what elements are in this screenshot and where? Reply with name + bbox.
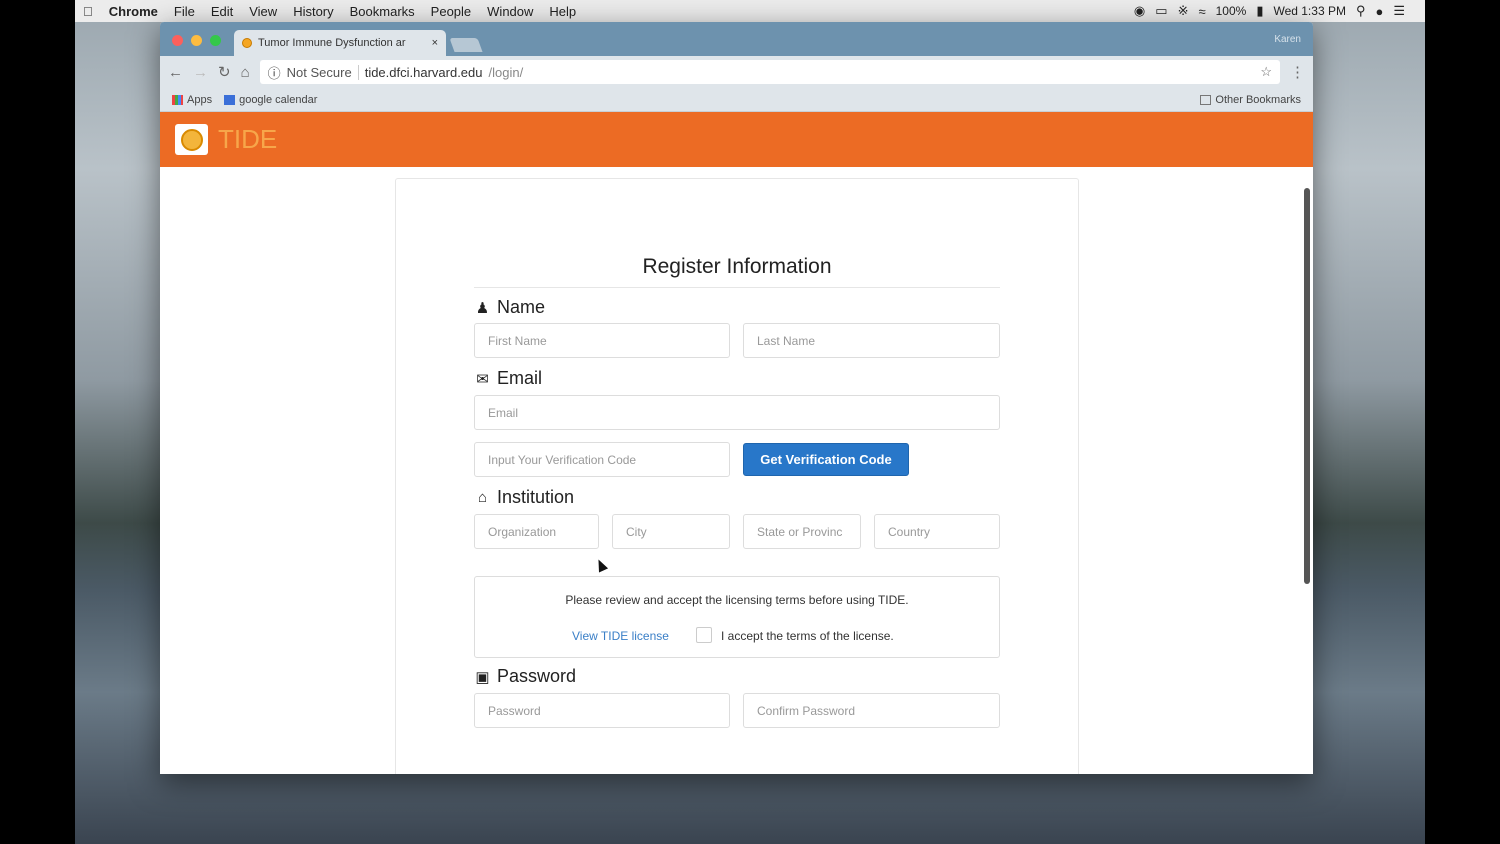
menu-history[interactable]: History	[285, 4, 341, 19]
tide-favicon-icon	[242, 38, 252, 48]
first-name-input[interactable]	[474, 323, 730, 358]
desktop:  Chrome File Edit View History Bookmark…	[75, 0, 1425, 844]
city-input[interactable]	[612, 514, 730, 549]
state-input[interactable]	[743, 514, 861, 549]
menu-view[interactable]: View	[241, 4, 285, 19]
confirm-password-input[interactable]	[743, 693, 1000, 728]
bookmark-google-calendar[interactable]: google calendar	[224, 94, 317, 106]
form-title: Register Information	[474, 255, 1000, 279]
home-icon: ⌂	[474, 489, 491, 506]
menu-bookmarks[interactable]: Bookmarks	[342, 4, 423, 19]
notification-center-icon[interactable]: ☰	[1393, 3, 1405, 19]
battery-icon: ▮	[1256, 3, 1263, 19]
reload-icon[interactable]: ↻	[218, 63, 231, 81]
other-bookmarks[interactable]: Other Bookmarks	[1200, 94, 1301, 106]
title-divider	[474, 287, 1000, 288]
calendar-icon	[224, 95, 235, 105]
folder-icon	[1200, 95, 1211, 105]
name-section-heading: ♟ Name	[474, 297, 545, 318]
page-scrollbar[interactable]	[1304, 188, 1310, 584]
site-header: TIDE	[160, 112, 1313, 167]
chrome-window: Tumor Immune Dysfunction ar × Karen ← → …	[160, 22, 1313, 774]
browser-toolbar: ← → ↻ ⌂ ⓘ Not Secure tide.dfci.harvard.e…	[160, 56, 1313, 88]
apple-icon[interactable]: 	[75, 4, 101, 19]
bookmarks-bar: Apps google calendar Other Bookmarks	[160, 88, 1313, 112]
address-bar[interactable]: ⓘ Not Secure tide.dfci.harvard.edu/login…	[260, 60, 1280, 84]
wifi-icon[interactable]: ≈	[1198, 4, 1205, 19]
record-icon[interactable]: ◉	[1134, 3, 1145, 19]
email-section-heading: ✉ Email	[474, 368, 542, 389]
info-icon[interactable]: ⓘ	[268, 63, 281, 82]
browser-tab[interactable]: Tumor Immune Dysfunction ar ×	[234, 30, 446, 56]
security-label: Not Secure	[287, 65, 359, 80]
url-path: /login/	[489, 65, 524, 80]
profile-name[interactable]: Karen	[1274, 34, 1301, 45]
bookmark-star-icon[interactable]: ☆	[1260, 64, 1272, 80]
web-page: TIDE Register Information ♟ Name ✉ Email	[160, 112, 1313, 774]
user-avatar-icon[interactable]: ●	[1375, 4, 1383, 19]
tab-strip: Tumor Immune Dysfunction ar × Karen	[160, 22, 1313, 56]
zoom-window-button[interactable]	[210, 35, 221, 46]
password-input[interactable]	[474, 693, 730, 728]
spotlight-search-icon[interactable]: ⚲	[1356, 3, 1366, 19]
accept-license-label[interactable]: I accept the terms of the license.	[721, 629, 894, 643]
menu-help[interactable]: Help	[541, 4, 584, 19]
last-name-input[interactable]	[743, 323, 1000, 358]
bluetooth-icon[interactable]: ※	[1178, 3, 1189, 19]
airplay-icon[interactable]: ▭	[1155, 3, 1167, 19]
new-tab-button[interactable]	[449, 38, 482, 52]
home-icon[interactable]: ⌂	[241, 64, 250, 81]
minimize-window-button[interactable]	[191, 35, 202, 46]
get-verification-code-button[interactable]: Get Verification Code	[743, 443, 909, 476]
back-arrow-icon[interactable]: ←	[168, 64, 183, 81]
lock-icon: ▣	[474, 668, 491, 686]
country-input[interactable]	[874, 514, 1000, 549]
macos-menubar:  Chrome File Edit View History Bookmark…	[75, 0, 1425, 22]
verification-code-input[interactable]	[474, 442, 730, 477]
organization-input[interactable]	[474, 514, 599, 549]
menu-app-name[interactable]: Chrome	[101, 4, 166, 19]
license-box: Please review and accept the licensing t…	[474, 576, 1000, 658]
close-tab-icon[interactable]: ×	[432, 37, 438, 49]
user-icon: ♟	[474, 299, 491, 317]
url-host: tide.dfci.harvard.edu	[365, 65, 483, 80]
password-section-heading: ▣ Password	[474, 666, 576, 687]
forward-arrow-icon[interactable]: →	[193, 64, 208, 81]
accept-license-checkbox[interactable]	[696, 627, 712, 643]
menu-edit[interactable]: Edit	[203, 4, 241, 19]
institution-section-heading: ⌂ Institution	[474, 487, 574, 508]
bookmark-apps[interactable]: Apps	[172, 94, 212, 106]
tab-title: Tumor Immune Dysfunction ar	[258, 37, 426, 49]
battery-percent[interactable]: 100%	[1216, 4, 1247, 18]
apps-grid-icon	[172, 95, 183, 105]
more-options-icon[interactable]: ⋮	[1290, 63, 1305, 81]
envelope-icon: ✉	[474, 370, 491, 388]
tide-logo[interactable]	[175, 124, 208, 155]
email-input[interactable]	[474, 395, 1000, 430]
close-window-button[interactable]	[172, 35, 183, 46]
menu-people[interactable]: People	[423, 4, 479, 19]
menu-file[interactable]: File	[166, 4, 203, 19]
menu-window[interactable]: Window	[479, 4, 541, 19]
register-card: Register Information ♟ Name ✉ Email Get	[395, 178, 1079, 774]
license-message: Please review and accept the licensing t…	[475, 593, 999, 607]
menubar-clock[interactable]: Wed 1:33 PM	[1273, 4, 1345, 18]
site-brand[interactable]: TIDE	[218, 124, 277, 155]
view-license-link[interactable]: View TIDE license	[572, 629, 669, 643]
